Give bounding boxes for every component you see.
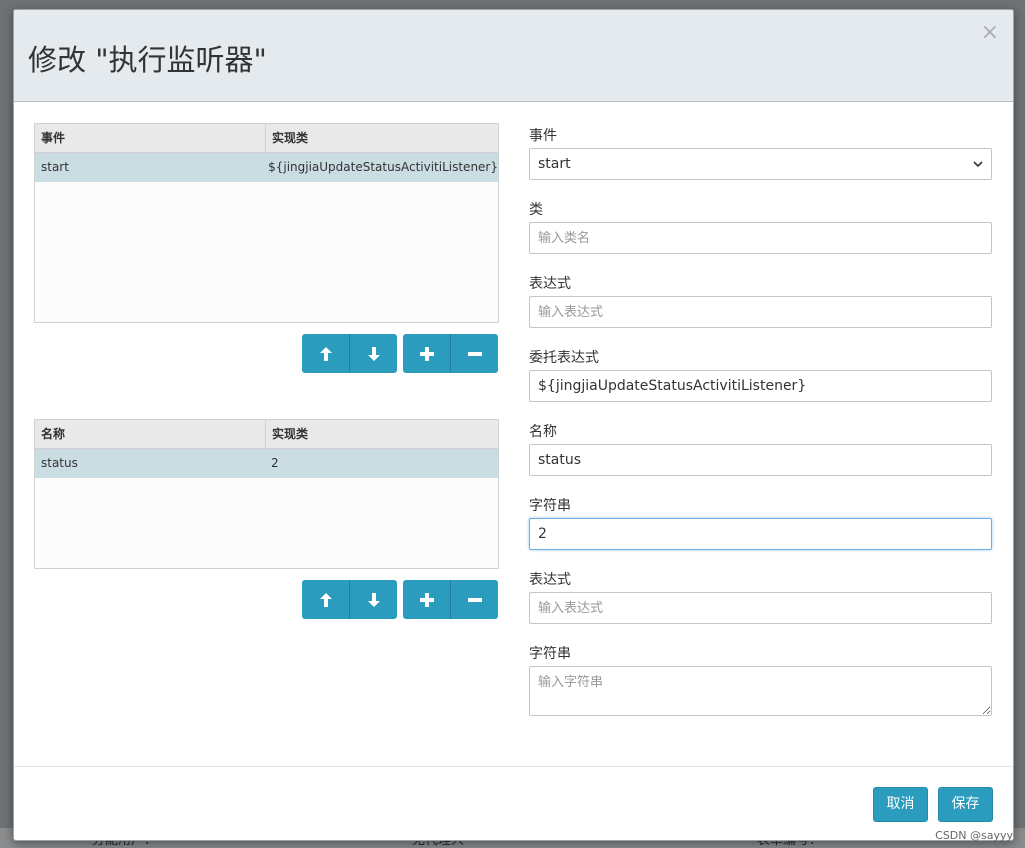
arrow-down-icon	[367, 346, 380, 361]
field-name-label: 名称	[529, 424, 557, 440]
minus-icon	[467, 597, 482, 602]
delegate-expression-label: 委托表达式	[529, 350, 599, 366]
cancel-button[interactable]: 取消	[873, 787, 928, 822]
dialog-header: 修改 "执行监听器" ×	[14, 10, 1013, 102]
column-header-event[interactable]: 事件	[35, 124, 266, 152]
delegate-expression-input[interactable]	[529, 370, 992, 402]
move-up-button[interactable]	[302, 580, 349, 619]
plus-icon	[419, 346, 434, 361]
table-row[interactable]: status 2	[35, 449, 498, 478]
move-down-button[interactable]	[349, 580, 397, 619]
field-expression-label: 表达式	[529, 572, 571, 588]
fields-table: 名称 实现类 status 2	[34, 419, 499, 569]
remove-field-button[interactable]	[450, 580, 498, 619]
class-label: 类	[529, 202, 543, 218]
arrow-down-icon	[367, 592, 380, 607]
cell-impl: ${jingjiaUpdateStatusActivitiListener}	[268, 160, 498, 174]
dialog-footer: 取消 保存	[14, 766, 1013, 841]
event-select-value: start	[538, 156, 571, 172]
arrow-up-icon	[319, 346, 332, 361]
field-edit-buttons	[403, 580, 498, 619]
chevron-down-icon	[973, 161, 983, 167]
listeners-table: 事件 实现类 start ${jingjiaUpdateStatusActivi…	[34, 123, 499, 323]
table-header: 名称 实现类	[35, 420, 498, 449]
column-header-impl[interactable]: 实现类	[266, 124, 308, 152]
listener-edit-buttons	[403, 334, 498, 373]
table-header: 事件 实现类	[35, 124, 498, 153]
close-icon[interactable]: ×	[981, 22, 999, 44]
table-row[interactable]: start ${jingjiaUpdateStatusActivitiListe…	[35, 153, 498, 182]
watermark: CSDN @sayyy	[935, 829, 1013, 842]
cell-name: status	[41, 456, 78, 470]
field-string-text-label: 字符串	[529, 646, 571, 662]
field-expression-input[interactable]	[529, 592, 992, 624]
plus-icon	[419, 592, 434, 607]
cell-impl: 2	[271, 456, 279, 470]
cell-event: start	[41, 160, 69, 174]
class-input[interactable]	[529, 222, 992, 254]
remove-listener-button[interactable]	[450, 334, 498, 373]
expression-input[interactable]	[529, 296, 992, 328]
execution-listener-dialog: 修改 "执行监听器" × 事件 实现类 start ${jingjiaUpdat…	[13, 9, 1014, 841]
event-label: 事件	[529, 128, 557, 144]
arrow-up-icon	[319, 592, 332, 607]
field-string-label: 字符串	[529, 498, 571, 514]
move-down-button[interactable]	[349, 334, 397, 373]
column-header-name[interactable]: 名称	[35, 420, 266, 448]
minus-icon	[467, 351, 482, 356]
field-string-textarea[interactable]	[529, 666, 992, 716]
column-header-impl[interactable]: 实现类	[266, 420, 308, 448]
event-select[interactable]: start	[529, 148, 992, 180]
field-name-input[interactable]	[529, 444, 992, 476]
add-listener-button[interactable]	[403, 334, 450, 373]
dialog-title: 修改 "执行监听器"	[28, 43, 267, 77]
expression-label: 表达式	[529, 276, 571, 292]
listener-move-buttons	[302, 334, 397, 373]
field-string-input[interactable]	[529, 518, 992, 550]
save-button[interactable]: 保存	[938, 787, 993, 822]
move-up-button[interactable]	[302, 334, 349, 373]
add-field-button[interactable]	[403, 580, 450, 619]
field-move-buttons	[302, 580, 397, 619]
